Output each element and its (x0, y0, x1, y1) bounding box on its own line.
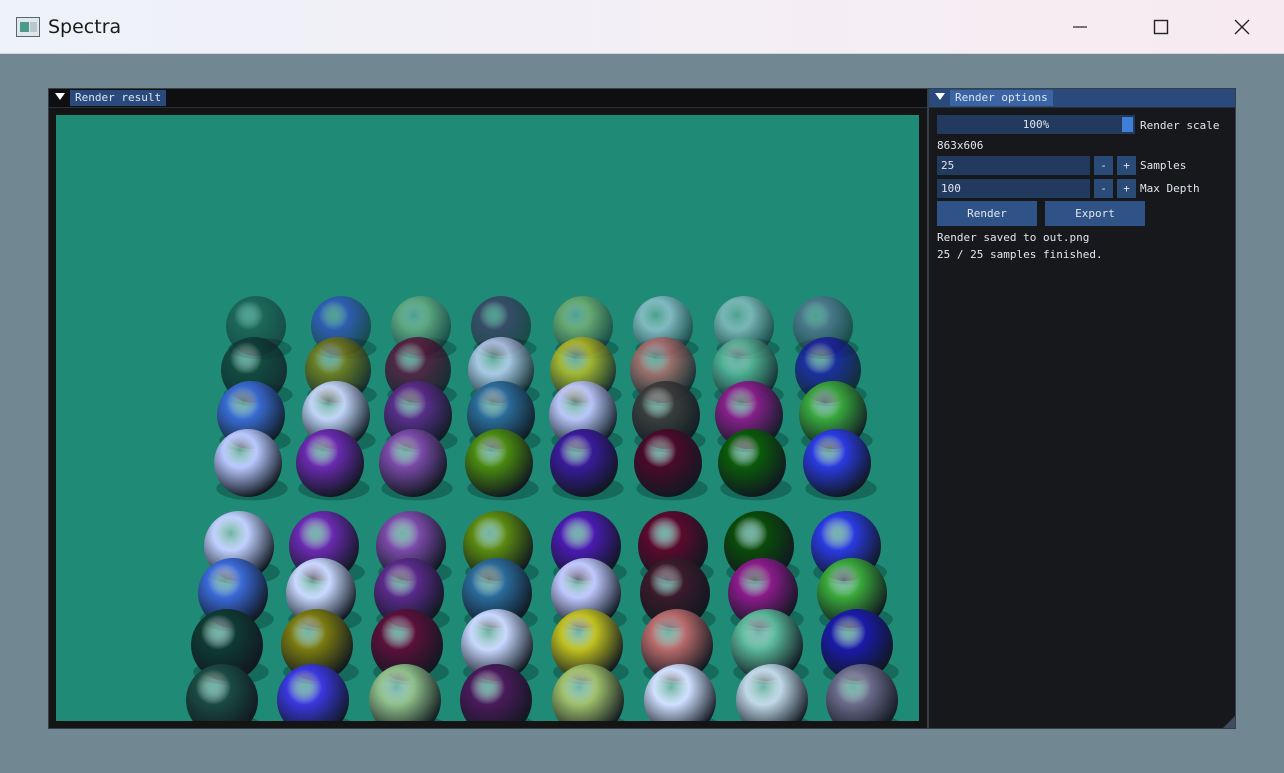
window-title: Spectra (48, 16, 122, 38)
max-depth-increment-button[interactable]: + (1117, 179, 1136, 198)
status-line-2: 25 / 25 samples finished. (937, 248, 1103, 261)
close-icon (1234, 19, 1250, 35)
samples-decrement-button[interactable]: - (1094, 156, 1113, 175)
collapse-triangle-icon[interactable] (935, 93, 945, 100)
render-options-tab[interactable]: Render options (950, 90, 1053, 106)
render-image (56, 115, 919, 721)
minimize-button[interactable] (1040, 0, 1120, 53)
close-button[interactable] (1202, 0, 1282, 53)
samples-label: Samples (1140, 159, 1187, 172)
rendered-spheres-image (186, 296, 900, 721)
resize-grip[interactable] (1223, 716, 1235, 728)
render-result-panel: Render result (48, 88, 928, 729)
max-depth-decrement-button[interactable]: - (1094, 179, 1113, 198)
resolution-text: 863x606 (937, 139, 984, 152)
render-scale-slider[interactable]: 100% (937, 115, 1135, 134)
render-button[interactable]: Render (937, 201, 1037, 226)
collapse-triangle-icon[interactable] (55, 93, 65, 100)
minimize-icon (1073, 26, 1087, 28)
title-bar: Spectra (0, 0, 1284, 54)
samples-input[interactable]: 25 (937, 156, 1090, 175)
render-scale-value: 100% (1022, 118, 1050, 131)
app-icon (16, 17, 40, 37)
render-scale-label: Render scale (1140, 119, 1220, 132)
render-options-panel: Render options 100% Render scale 863x606… (928, 88, 1236, 729)
maximize-button[interactable] (1121, 0, 1201, 53)
slider-grab-handle[interactable] (1122, 117, 1133, 132)
render-result-header: Render result (49, 89, 927, 108)
export-button[interactable]: Export (1045, 201, 1145, 226)
samples-increment-button[interactable]: + (1117, 156, 1136, 175)
status-line-1: Render saved to out.png (937, 231, 1090, 244)
maximize-icon (1153, 19, 1169, 35)
max-depth-label: Max Depth (1140, 182, 1200, 195)
render-options-header: Render options (929, 89, 1235, 108)
max-depth-input[interactable]: 100 (937, 179, 1090, 198)
render-result-tab[interactable]: Render result (70, 90, 167, 106)
